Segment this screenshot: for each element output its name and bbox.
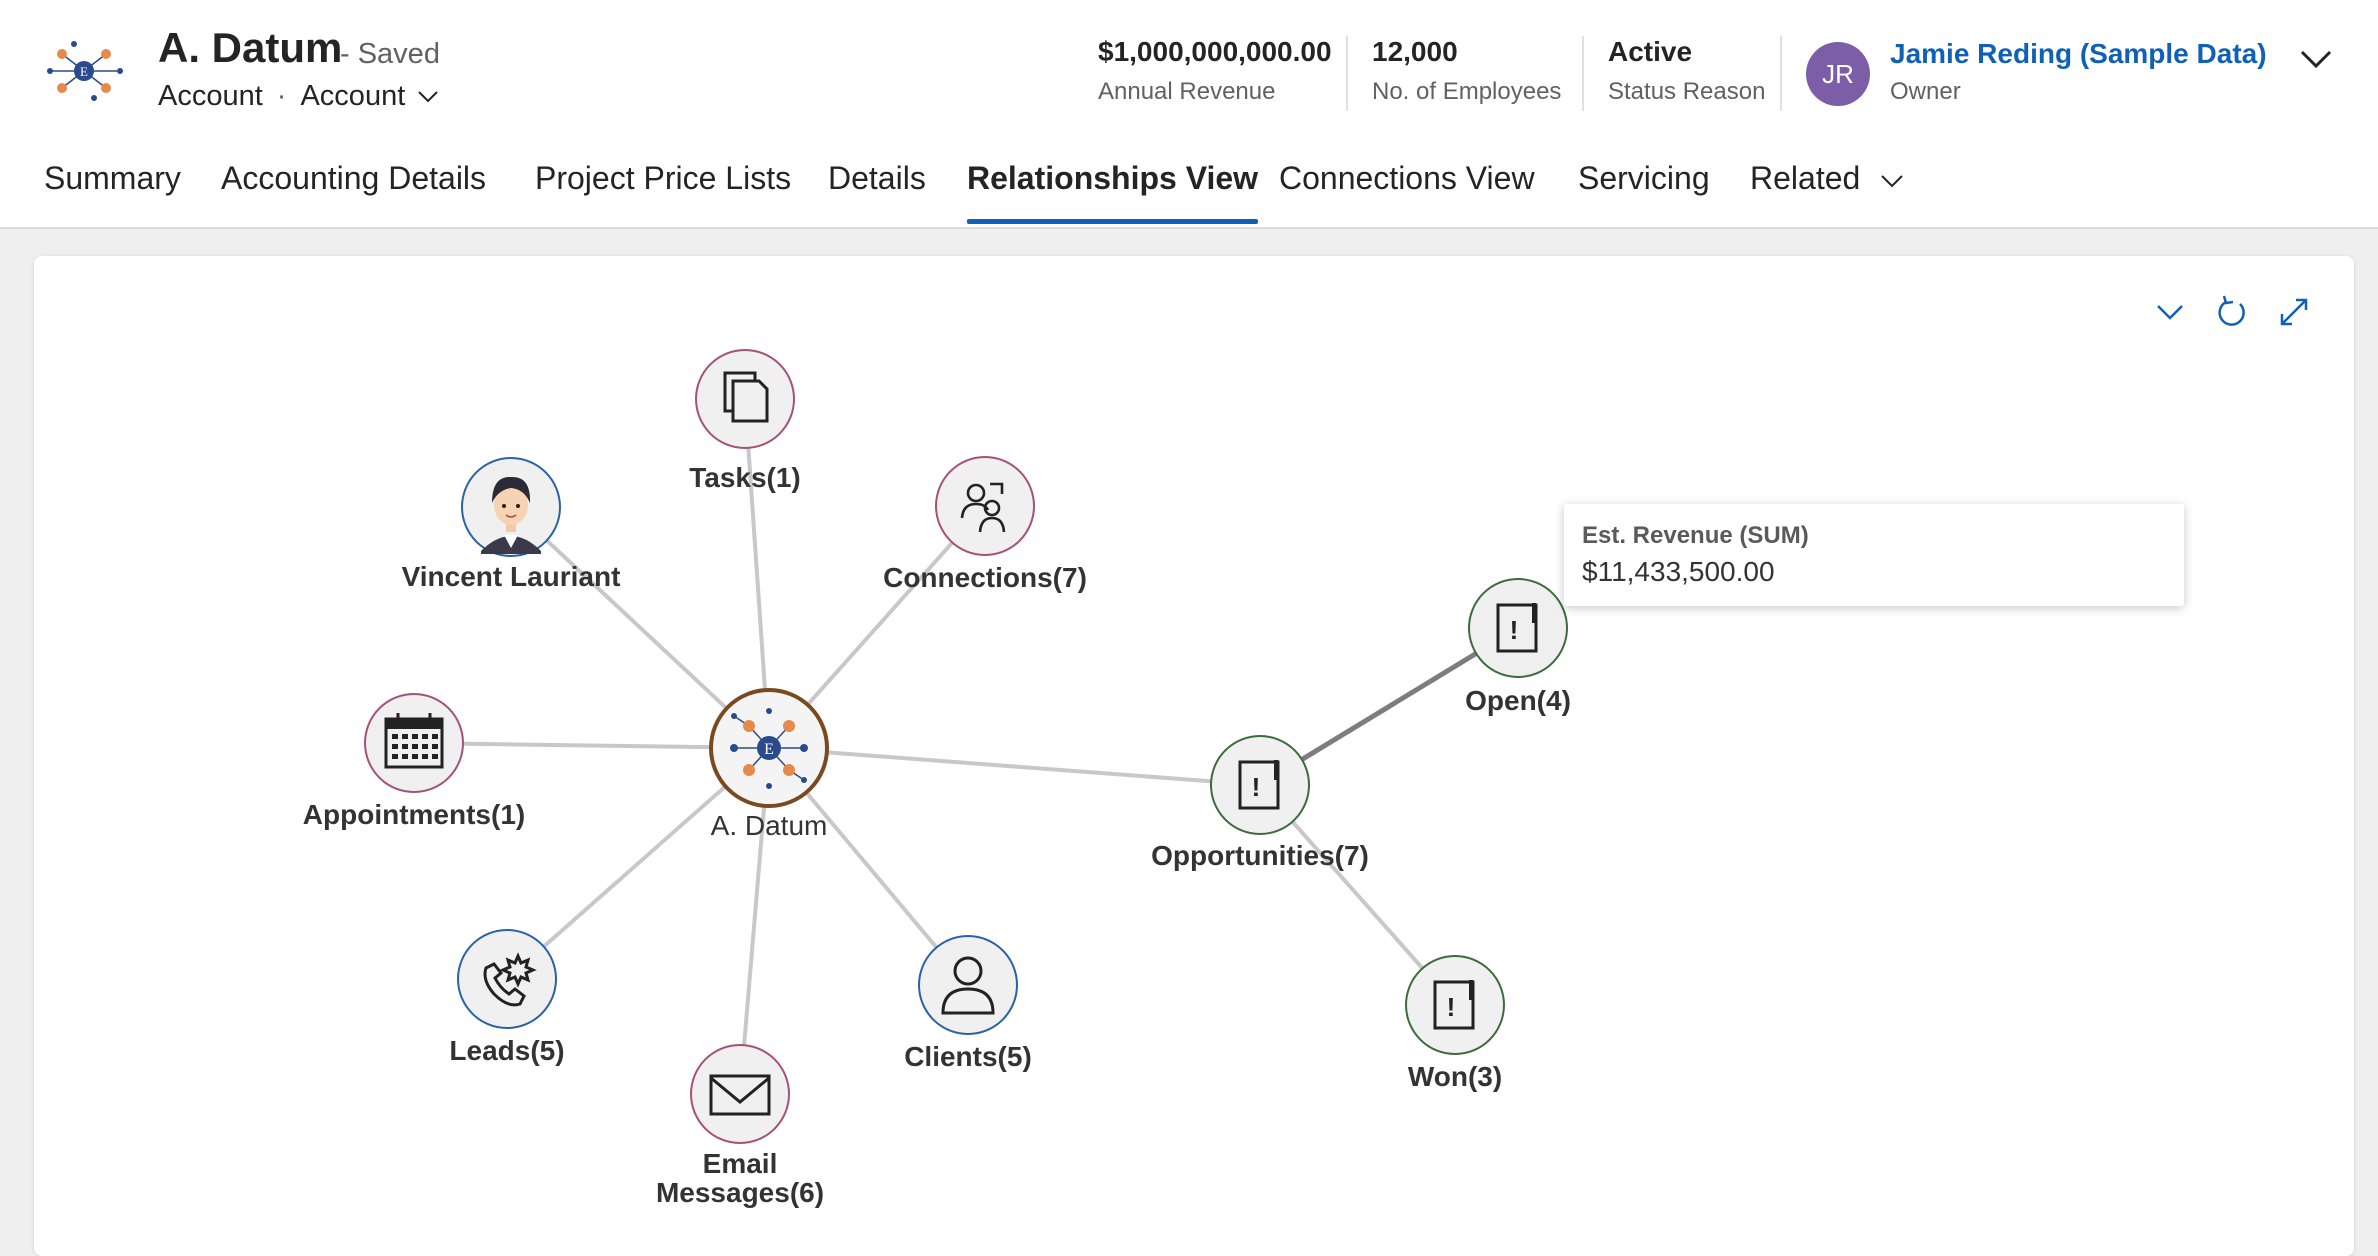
divider — [1582, 36, 1584, 111]
node-connections[interactable]: Connections(7) — [883, 456, 1087, 593]
record-title: A. Datum — [158, 24, 343, 71]
account-logo-icon: E — [47, 41, 123, 101]
node-open[interactable]: ! Open(4) — [1465, 578, 1571, 716]
kpi-label: No. of Employees — [1372, 78, 1562, 105]
relationship-graph: Tasks(1) Vincent Lauriant Connections(7)… — [303, 349, 1571, 1208]
node-label: Opportunities(7) — [1151, 840, 1369, 871]
divider — [1780, 36, 1782, 111]
tooltip-value: $11,433,500.00 — [1582, 556, 1775, 587]
svg-text:!: ! — [1252, 772, 1261, 802]
node-label: Appointments(1) — [303, 799, 525, 830]
node-email-messages[interactable]: Email Messages(6) — [656, 1044, 824, 1208]
tab-related[interactable]: Related — [1750, 150, 1904, 224]
chevron-down-icon[interactable] — [417, 90, 439, 104]
tab-related-label: Related — [1750, 160, 1861, 196]
kpi-label: Annual Revenue — [1098, 78, 1276, 105]
node-appointments[interactable]: Appointments(1) — [303, 693, 525, 830]
kpi-employees: 12,000 No. of Employees — [1372, 36, 1561, 106]
revenue-tooltip: Est. Revenue (SUM) $11,433,500.00 — [1564, 504, 2184, 606]
tooltip-label: Est. Revenue (SUM) — [1582, 522, 1809, 549]
record-subtitle: Account · Account — [158, 80, 439, 113]
kpi-status-reason: Active Status Reason — [1608, 36, 1765, 106]
node-label: Open(4) — [1465, 685, 1571, 716]
node-label: Vincent Lauriant — [402, 561, 621, 592]
node-label-line1: Email — [703, 1148, 778, 1179]
node-leads[interactable]: Leads(5) — [449, 929, 565, 1066]
node-clients[interactable]: Clients(5) — [904, 935, 1032, 1072]
kpi-value: $1,000,000,000.00 — [1098, 36, 1332, 67]
owner-label: Owner — [1890, 78, 1961, 105]
kpi-value: 12,000 — [1372, 36, 1458, 67]
node-label: A. Datum — [711, 810, 828, 841]
relationships-panel: Tasks(1) Vincent Lauriant Connections(7)… — [34, 256, 2354, 1256]
node-label: Connections(7) — [883, 562, 1087, 593]
owner-name-link[interactable]: Jamie Reding (Sample Data) — [1890, 38, 2267, 70]
svg-text:!: ! — [1447, 992, 1456, 1022]
node-label: Clients(5) — [904, 1041, 1032, 1072]
tab-connections-view[interactable]: Connections View — [1279, 150, 1535, 224]
node-tasks[interactable]: Tasks(1) — [689, 349, 801, 493]
chevron-down-icon — [1881, 175, 1904, 188]
kpi-annual-revenue: $1,000,000,000.00 Annual Revenue — [1098, 36, 1332, 106]
divider — [1346, 36, 1348, 111]
tab-details[interactable]: Details — [828, 150, 926, 224]
node-vincent-lauriant[interactable]: Vincent Lauriant — [402, 457, 621, 592]
tab-relationships-view[interactable]: Relationships View — [967, 150, 1259, 224]
kpi-value: Active — [1608, 36, 1693, 67]
owner-avatar[interactable]: JR — [1806, 42, 1870, 106]
svg-text:!: ! — [1510, 615, 1519, 645]
node-won[interactable]: ! Won(3) — [1405, 955, 1505, 1092]
tab-summary[interactable]: Summary — [44, 150, 181, 224]
node-label: Leads(5) — [449, 1035, 564, 1066]
kpi-label: Status Reason — [1608, 78, 1766, 105]
tab-project-price-lists[interactable]: Project Price Lists — [535, 150, 791, 224]
tab-servicing[interactable]: Servicing — [1578, 150, 1710, 224]
separator-dot: · — [276, 80, 287, 112]
svg-text:E: E — [764, 741, 774, 758]
chevron-down-icon[interactable] — [2296, 44, 2336, 74]
node-label: Won(3) — [1408, 1061, 1502, 1092]
node-label-line2: Messages(6) — [656, 1177, 824, 1208]
svg-text:E: E — [80, 64, 88, 79]
edge — [768, 746, 1261, 787]
tab-accounting-details[interactable]: Accounting Details — [221, 150, 486, 224]
record-header: E A. Datum - Saved Account · Account $1,… — [0, 0, 2378, 229]
node-label: Tasks(1) — [689, 462, 801, 493]
node-a-datum[interactable]: E A. Datum — [709, 688, 829, 841]
node-opportunities[interactable]: ! Opportunities(7) — [1151, 735, 1369, 871]
entity-type: Account — [158, 80, 263, 112]
save-status: - Saved — [340, 38, 440, 70]
form-selector[interactable]: Account — [300, 80, 405, 113]
